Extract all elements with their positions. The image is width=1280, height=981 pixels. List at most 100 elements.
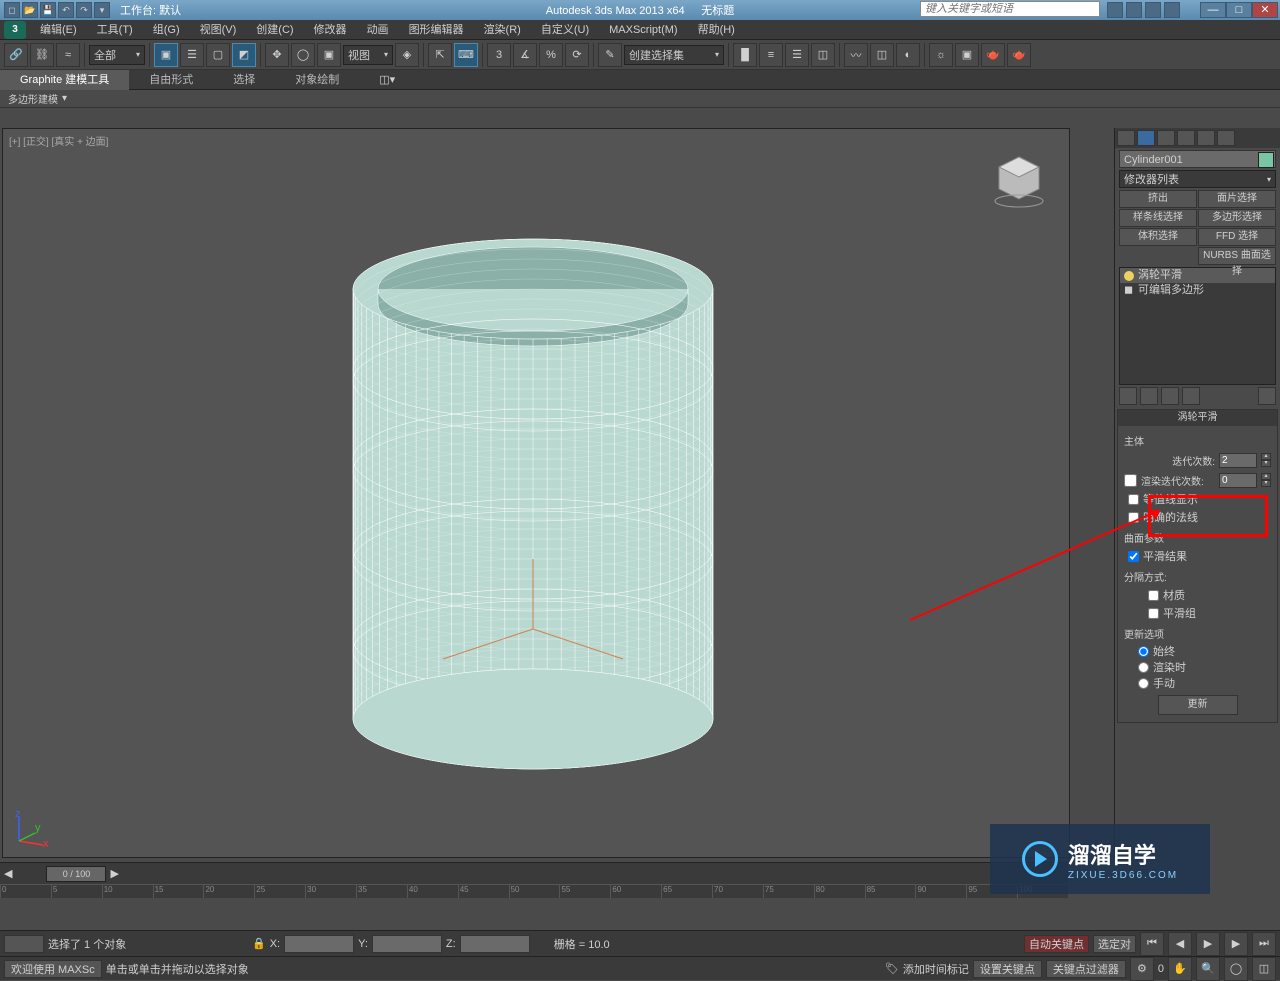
curve-ed-icon[interactable]: 〰	[844, 43, 868, 67]
render-icon[interactable]: 🫖	[981, 43, 1005, 67]
spinner-icon[interactable]: ▴▾	[1261, 473, 1271, 488]
mod-btn[interactable]: 面片选择	[1198, 190, 1276, 208]
close-button[interactable]: ✕	[1252, 2, 1278, 18]
render-frame-icon[interactable]: ▣	[955, 43, 979, 67]
timetag-icon[interactable]: 🏷	[885, 962, 899, 975]
timeslider-next-icon[interactable]: ▶	[110, 867, 118, 880]
pivot-icon[interactable]: ◈	[395, 43, 419, 67]
trackbar[interactable]: 0510152025303540455055606570758085909510…	[0, 884, 1068, 898]
mod-btn[interactable]: 样条线选择	[1119, 209, 1197, 227]
qat-more-icon[interactable]: ▾	[94, 2, 110, 18]
qat-redo-icon[interactable]: ↷	[76, 2, 92, 18]
sep-sg-chk[interactable]	[1148, 608, 1159, 619]
spinnersnap-icon[interactable]: ⟳	[565, 43, 589, 67]
menu-group[interactable]: 组(G)	[143, 20, 190, 40]
render-setup-icon[interactable]: ☼	[929, 43, 953, 67]
maximize-button[interactable]: □	[1226, 2, 1252, 18]
mod-btn[interactable]: FFD 选择	[1198, 228, 1276, 246]
qat-new-icon[interactable]: ◻	[4, 2, 20, 18]
refcoord-dd[interactable]: 视图	[343, 45, 393, 65]
sep-mat-chk[interactable]	[1148, 590, 1159, 601]
vp-pan-icon[interactable]: ✋	[1168, 957, 1192, 981]
toolbox-icon[interactable]	[1107, 2, 1123, 18]
smooth-result-chk[interactable]	[1128, 551, 1139, 562]
modifier-list-dd[interactable]: 修改器列表	[1119, 170, 1276, 188]
upd-render-radio[interactable]	[1138, 662, 1149, 673]
unlink-icon[interactable]: ⛓	[30, 43, 54, 67]
time-slider[interactable]: ◀ 0 / 100 ▶	[0, 862, 1068, 884]
menu-graph[interactable]: 图形编辑器	[399, 20, 474, 40]
menu-edit[interactable]: 编辑(E)	[30, 20, 87, 40]
tab-select[interactable]: 选择	[213, 70, 275, 90]
viewport-label[interactable]: [+] [正交] [真实 + 边面]	[9, 133, 108, 148]
timeconfig-icon[interactable]: ⚙	[1130, 957, 1154, 981]
update-button[interactable]: 更新	[1158, 695, 1238, 715]
menu-create[interactable]: 创建(C)	[246, 20, 303, 40]
unique-icon[interactable]	[1161, 387, 1179, 405]
scale-icon[interactable]: ▣	[317, 43, 341, 67]
select-rect-icon[interactable]: ▢	[206, 43, 230, 67]
keyboard-icon[interactable]: ⌨	[454, 43, 478, 67]
pin-stack-icon[interactable]	[1119, 387, 1137, 405]
star-icon[interactable]	[1145, 2, 1161, 18]
qat-save-icon[interactable]: 💾	[40, 2, 56, 18]
setkey-button[interactable]: 设置关键点	[973, 960, 1042, 978]
coord-y[interactable]	[372, 935, 442, 953]
subtab-polymodel[interactable]: 多边形建模	[8, 91, 58, 106]
viewport[interactable]: [+] [正交] [真实 + 边面] z x y	[2, 128, 1070, 858]
menu-custom[interactable]: 自定义(U)	[531, 20, 599, 40]
render-prod-icon[interactable]: 🫖	[1007, 43, 1031, 67]
configure-icon[interactable]	[1258, 387, 1276, 405]
maxscript-mini-icon[interactable]	[4, 935, 44, 953]
mirror-icon[interactable]: ▐▌	[733, 43, 757, 67]
bulb-icon[interactable]	[1124, 271, 1134, 281]
mod-btn[interactable]: 多边形选择	[1198, 209, 1276, 227]
selset-label[interactable]: 选定对	[1093, 935, 1136, 953]
help-icon[interactable]	[1164, 2, 1180, 18]
menu-anim[interactable]: 动画	[357, 20, 399, 40]
tab-display-icon[interactable]	[1197, 130, 1215, 146]
menu-tools[interactable]: 工具(T)	[87, 20, 143, 40]
editnamed-icon[interactable]: ✎	[598, 43, 622, 67]
time-knob[interactable]: 0 / 100	[46, 866, 106, 882]
play-icon[interactable]: ▶	[1196, 932, 1220, 956]
layers-icon[interactable]: ☰	[785, 43, 809, 67]
ribbon-dd-icon[interactable]: ◫▾	[379, 73, 395, 86]
app-logo-icon[interactable]: 3	[4, 21, 26, 39]
select-name-icon[interactable]: ☰	[180, 43, 204, 67]
tab-graphite[interactable]: Graphite 建模工具	[0, 70, 129, 90]
mod-btn[interactable]: NURBS 曲面选择	[1198, 247, 1276, 265]
percentsnap-icon[interactable]: %	[539, 43, 563, 67]
lock-icon[interactable]: 🔒	[252, 937, 266, 950]
render-iter-chk[interactable]	[1124, 474, 1137, 487]
vp-max-icon[interactable]: ◫	[1252, 957, 1276, 981]
workspace-label[interactable]: 工作台: 默认	[120, 2, 181, 18]
link-icon[interactable]: 🔗	[4, 43, 28, 67]
align-icon[interactable]: ≡	[759, 43, 783, 67]
coord-z[interactable]	[460, 935, 530, 953]
qat-open-icon[interactable]: 📂	[22, 2, 38, 18]
search-input[interactable]	[920, 1, 1100, 17]
mod-btn[interactable]: 挤出	[1119, 190, 1197, 208]
menu-help[interactable]: 帮助(H)	[688, 20, 745, 40]
play-next-icon[interactable]: ▶	[1224, 932, 1248, 956]
object-name-field[interactable]: Cylinder001	[1119, 150, 1276, 168]
menu-render[interactable]: 渲染(R)	[474, 20, 531, 40]
autokey-button[interactable]: 自动关键点	[1024, 935, 1089, 953]
material-ed-icon[interactable]: ◐	[896, 43, 920, 67]
move-icon[interactable]: ✥	[265, 43, 289, 67]
modifier-stack[interactable]: 涡轮平滑 ◼可编辑多边形	[1119, 267, 1276, 385]
tab-paint[interactable]: 对象绘制	[275, 70, 359, 90]
qat-undo-icon[interactable]: ↶	[58, 2, 74, 18]
frame-field[interactable]: 0	[1158, 963, 1164, 975]
tab-modify-icon[interactable]	[1137, 130, 1155, 146]
named-sel-dd[interactable]: 创建选择集	[624, 45, 724, 65]
manip-icon[interactable]: ⇱	[428, 43, 452, 67]
object-color-swatch[interactable]	[1258, 152, 1274, 168]
bind-icon[interactable]: ≈	[56, 43, 80, 67]
tab-motion-icon[interactable]	[1177, 130, 1195, 146]
explicit-normal-chk[interactable]	[1128, 512, 1139, 523]
menu-modifier[interactable]: 修改器	[304, 20, 357, 40]
rollout-header[interactable]: 涡轮平滑	[1118, 410, 1277, 426]
play-start-icon[interactable]: ⏮	[1140, 932, 1164, 956]
